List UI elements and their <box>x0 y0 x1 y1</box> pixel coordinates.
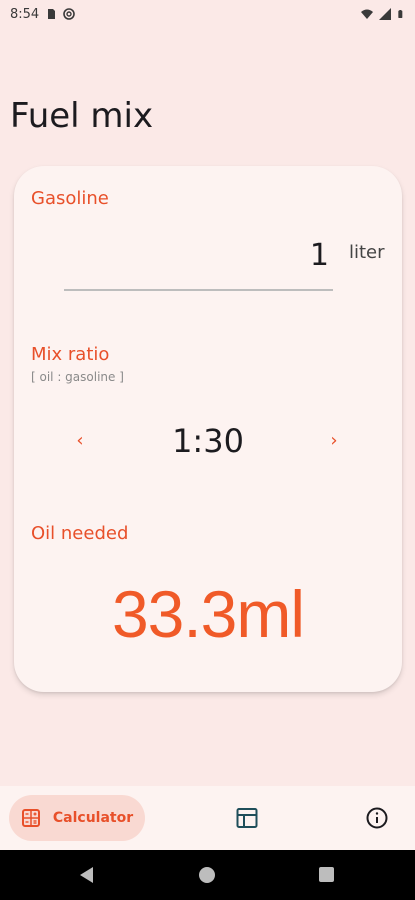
gasoline-input-underline <box>64 289 333 291</box>
info-icon[interactable] <box>365 806 389 830</box>
page-title: Fuel mix <box>10 96 154 136</box>
status-bar-left: 8:54 <box>10 6 76 22</box>
oil-needed-label: Oil needed <box>31 523 129 544</box>
back-button[interactable] <box>80 867 93 883</box>
ratio-next-button[interactable]: › <box>324 430 344 451</box>
mix-ratio-label: Mix ratio <box>31 344 110 365</box>
nav-item-calculator-label: Calculator <box>52 810 134 826</box>
gasoline-label: Gasoline <box>31 188 109 209</box>
table-icon[interactable] <box>235 806 259 830</box>
wifi-icon <box>361 9 373 19</box>
gasoline-input[interactable]: 1 <box>310 238 329 273</box>
calculator-icon <box>21 809 40 827</box>
home-button[interactable] <box>199 867 215 883</box>
oil-needed-value: 33.3ml <box>111 577 305 651</box>
mix-ratio-hint: [ oil : gasoline ] <box>31 370 124 384</box>
system-navigation-bar <box>0 850 415 900</box>
signal-icon <box>379 8 391 20</box>
recent-apps-button[interactable] <box>319 867 334 882</box>
gasoline-unit: liter <box>349 242 385 263</box>
bottom-navigation: Calculator <box>0 786 415 850</box>
calculator-card: Gasoline 1 liter Mix ratio [ oil : gasol… <box>14 166 402 692</box>
battery-icon <box>398 10 403 18</box>
status-bar: 8:54 <box>0 0 415 28</box>
sd-card-icon <box>48 9 56 19</box>
status-bar-right <box>361 8 405 20</box>
at-sign-icon <box>63 8 76 20</box>
nav-item-calculator[interactable]: Calculator <box>9 795 145 841</box>
status-time: 8:54 <box>10 6 40 22</box>
